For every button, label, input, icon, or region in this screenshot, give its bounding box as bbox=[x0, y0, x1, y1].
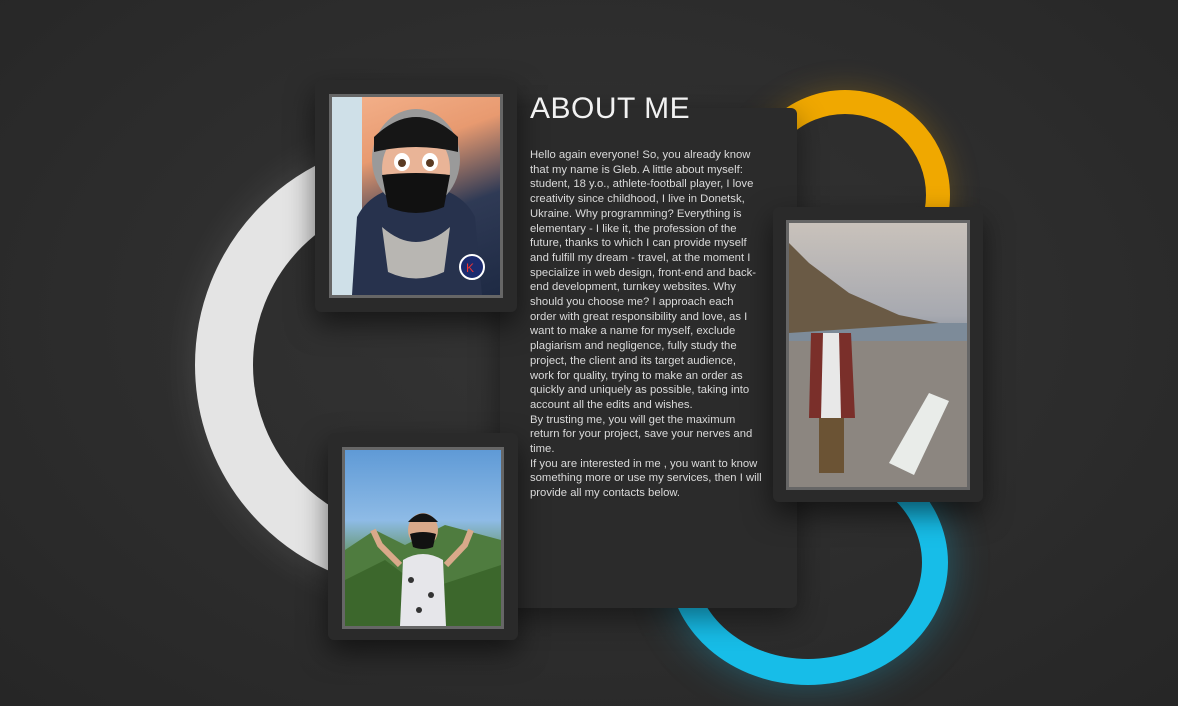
beach-scene-illustration bbox=[789, 243, 967, 487]
mountain-scene-illustration bbox=[345, 513, 501, 626]
photo-mountains bbox=[342, 447, 504, 629]
selfie-avatar-illustration: K bbox=[332, 97, 485, 295]
photo-beach bbox=[786, 220, 970, 490]
photo-selfie-avatar: K bbox=[329, 94, 503, 298]
about-title: ABOUT ME bbox=[530, 92, 691, 125]
about-paragraph-intro: Hello again everyone! So, you already kn… bbox=[530, 149, 757, 411]
about-paragraph-trust: By trusting me, you will get the maximum… bbox=[530, 413, 753, 456]
about-paragraph-contacts: If you are interested in me , you want t… bbox=[530, 457, 762, 500]
about-description: Hello again everyone! So, you already kn… bbox=[530, 148, 762, 501]
svg-text:K: K bbox=[466, 261, 474, 275]
